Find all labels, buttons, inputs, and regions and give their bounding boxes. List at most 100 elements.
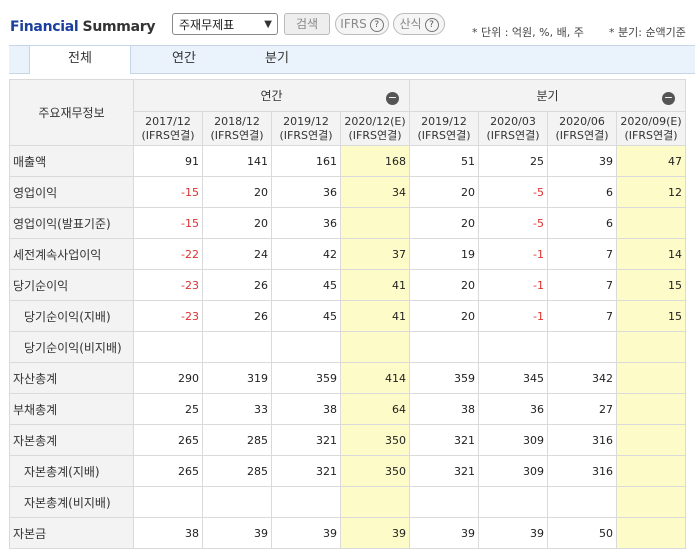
table-cell: 36 [271,176,341,208]
table-cell: 265 [133,424,203,456]
table-cell: 20 [409,300,479,332]
table-row: 매출액 91 141 161 168 51 25 39 47 [9,145,686,177]
table-cell: 265 [133,455,203,487]
period-header: 2020/03 (IFRS연결) [478,111,548,146]
title-financial: Financial [10,19,79,35]
period-date: 2020/09(E) [620,114,682,128]
table-row: 자산총계 290 319 359 414 359 345 342 [9,362,686,394]
collapse-icon[interactable]: − [386,92,399,105]
help-icon: ? [369,17,384,32]
financial-table: 주요재무정보 연간 − 분기 − 2017/12 (IFRS연결) 2018/12(… [9,79,686,549]
period-header: 2020/06 (IFRS연결) [547,111,617,146]
row-label: 자본총계(지배) [9,455,134,487]
quarter-basis-note: * 분기: 순액기준 [609,26,686,39]
table-cell [616,455,686,487]
row-label: 자본금 [9,517,134,549]
table-cell [616,424,686,456]
table-cell: 39 [409,517,479,549]
table-cell: 45 [271,300,341,332]
table-row: 영업이익 -15 20 36 34 20 -5 6 12 [9,176,686,208]
table-cell [547,486,617,518]
table-cell: 36 [271,207,341,239]
statement-select[interactable]: 주재무제표 ▼ [172,13,278,35]
table-cell: 350 [340,424,410,456]
table-cell: 20 [202,207,272,239]
table-cell: 6 [547,176,617,208]
table-cell [271,331,341,363]
tab-all[interactable]: 전체 [29,46,131,74]
quarter-group-header: 분기 − [409,79,686,112]
table-row: 당기순이익(비지배) [9,331,686,363]
period-basis: (IFRS연결) [486,128,540,142]
table-cell: -1 [478,300,548,332]
table-cell: 321 [271,455,341,487]
formula-button[interactable]: 산식? [393,13,445,35]
table-cell: 39 [478,517,548,549]
table-row: 자본총계 265 285 321 350 321 309 316 [9,424,686,456]
table-cell: 6 [547,207,617,239]
table-cell: -5 [478,176,548,208]
table-cell: 27 [547,393,617,425]
period-basis: (IFRS연결) [555,128,609,142]
table-cell [547,331,617,363]
table-cell: 47 [616,145,686,177]
table-cell [133,486,203,518]
table-cell: 26 [202,269,272,301]
table-cell: 141 [202,145,272,177]
period-basis: (IFRS연결) [141,128,195,142]
table-cell: 168 [340,145,410,177]
tab-quarter[interactable]: 분기 [227,46,327,73]
table-cell: 38 [133,517,203,549]
table-cell: 39 [202,517,272,549]
table-cell: 20 [409,269,479,301]
table-cell: 319 [202,362,272,394]
table-cell: -22 [133,238,203,270]
table-row: 영업이익(발표기준) -15 20 36 20 -5 6 [9,207,686,239]
table-cell: 25 [478,145,548,177]
ifrs-button[interactable]: IFRS? [335,13,389,35]
table-cell: 42 [271,238,341,270]
table-cell: 34 [340,176,410,208]
table-cell [340,207,410,239]
table-body: 매출액 91 141 161 168 51 25 39 47 영업이익 -15 20 36 34 20 -5 6… [9,145,686,549]
table-cell: 41 [340,269,410,301]
corner-header: 주요재무정보 [9,79,134,146]
table-cell: 39 [547,145,617,177]
period-date: 2019/12 [283,114,329,128]
period-header: 2019/12 (IFRS연결) [409,111,479,146]
table-cell [616,517,686,549]
table-cell: 38 [409,393,479,425]
table-cell [202,331,272,363]
table-row: 자본금 38 39 39 39 39 39 50 [9,517,686,549]
period-date: 2018/12 [214,114,260,128]
search-button[interactable]: 검색 [284,13,330,35]
statement-select-value: 주재무제표 [179,18,235,32]
table-cell: -23 [133,300,203,332]
toolbar: Financial Summary 주재무제표 ▼ 검색 IFRS? 산식? *… [0,0,695,44]
table-cell: 15 [616,300,686,332]
period-tabs: 전체 연간 분기 [9,45,695,74]
formula-label: 산식 [399,17,422,31]
table-cell: 7 [547,238,617,270]
table-cell: 41 [340,300,410,332]
table-cell: 20 [409,176,479,208]
table-cell [616,393,686,425]
table-row: 세전계속사업이익 -22 24 42 37 19 -1 7 14 [9,238,686,270]
collapse-icon[interactable]: − [662,92,675,105]
tab-annual[interactable]: 연간 [134,46,234,73]
row-label: 매출액 [9,145,134,177]
table-cell: -1 [478,238,548,270]
table-cell: 414 [340,362,410,394]
table-cell: 285 [202,424,272,456]
table-cell [133,331,203,363]
table-cell: 24 [202,238,272,270]
period-header: 2017/12 (IFRS연결) [133,111,203,146]
table-cell: -15 [133,176,203,208]
table-cell: 39 [271,517,341,549]
table-cell [340,486,410,518]
table-row: 자본총계(지배) 265 285 321 350 321 309 316 [9,455,686,487]
unit-note: * 단위 : 억원, %, 배, 주 [472,26,584,39]
table-cell: 345 [478,362,548,394]
table-cell: 36 [478,393,548,425]
table-cell: 45 [271,269,341,301]
